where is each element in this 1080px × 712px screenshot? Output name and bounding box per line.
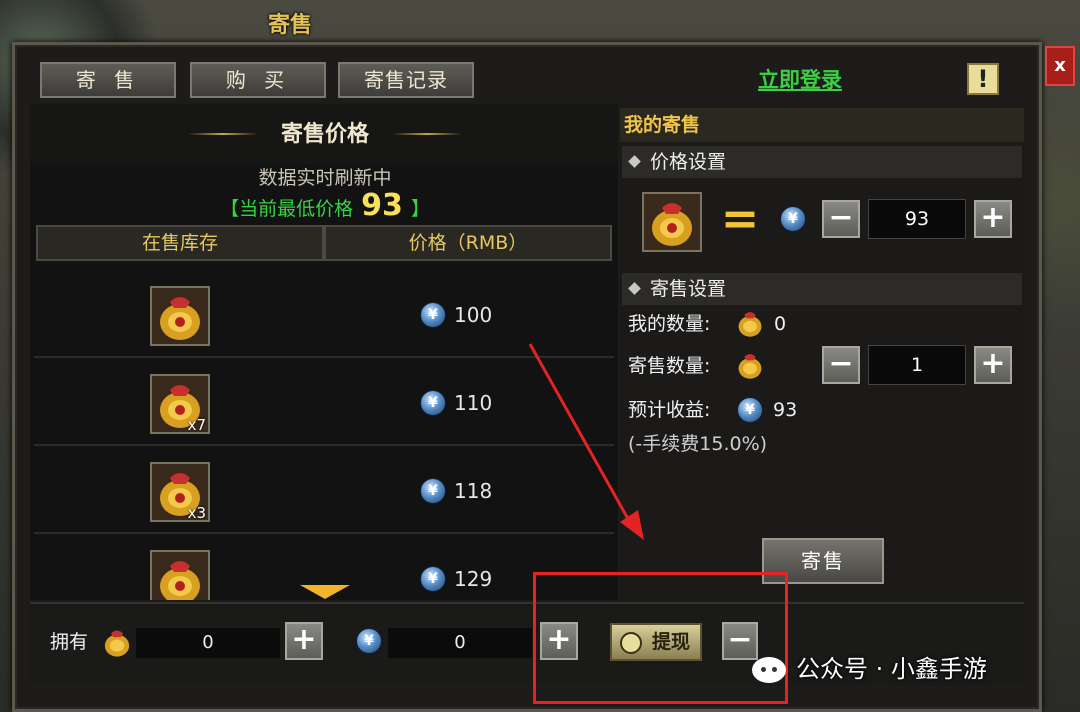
sell-qty-input[interactable]: 1 bbox=[868, 345, 966, 385]
lucky-bag-icon bbox=[734, 348, 766, 382]
item-add-button[interactable]: + bbox=[285, 622, 323, 660]
price-plus-button[interactable]: + bbox=[974, 200, 1012, 238]
column-header-price: 价格（RMB） bbox=[324, 225, 612, 261]
lowest-price-prefix: 【当前最低价格 bbox=[220, 198, 354, 220]
lucky-bag-icon bbox=[642, 192, 702, 252]
lowest-price: 【当前最低价格 93 】 bbox=[140, 190, 510, 222]
refresh-status: 数据实时刷新中 bbox=[258, 167, 392, 189]
watermark: 公众号 · 小鑫手游 bbox=[752, 646, 1072, 692]
item-balance-field: 0 bbox=[136, 628, 280, 658]
sale-setting-label: 寄售设置 bbox=[650, 278, 727, 300]
lucky-bag-icon bbox=[100, 624, 134, 660]
coin-balance-field: 0 bbox=[388, 628, 532, 658]
diamond-bullet-icon bbox=[628, 282, 641, 295]
watermark-text: 公众号 · 小鑫手游 bbox=[796, 655, 987, 683]
tab-consign-record[interactable]: 寄售记录 bbox=[338, 62, 474, 98]
column-header-stock: 在售库存 bbox=[36, 225, 324, 261]
lucky-bag-icon: x7 bbox=[150, 374, 210, 434]
item-price: 129 bbox=[454, 567, 493, 591]
scroll-down-arrow-icon[interactable] bbox=[300, 585, 350, 599]
lucky-bag-icon bbox=[150, 550, 210, 600]
annotation-arrow-icon bbox=[528, 343, 644, 540]
annotation-highlight-box bbox=[533, 572, 788, 704]
item-price: 110 bbox=[454, 391, 493, 415]
price-title: 寄售价格 bbox=[280, 122, 369, 147]
own-label: 拥有 bbox=[50, 631, 89, 653]
item-qty: x3 bbox=[187, 504, 206, 522]
item-price: 100 bbox=[454, 303, 493, 327]
income-value: 93 bbox=[773, 399, 798, 421]
price-input[interactable]: 93 bbox=[868, 199, 966, 239]
close-button[interactable]: x bbox=[1045, 46, 1075, 86]
lowest-price-value: 93 bbox=[361, 188, 403, 223]
sale-setting-header: 寄售设置 bbox=[622, 273, 1022, 305]
coin-icon: ¥ bbox=[420, 390, 446, 416]
coin-icon: ¥ bbox=[420, 478, 446, 504]
tab-consign[interactable]: 寄 售 bbox=[40, 62, 176, 98]
help-button[interactable]: ! bbox=[967, 63, 999, 95]
lucky-bag-icon bbox=[150, 286, 210, 346]
coin-icon: ¥ bbox=[737, 397, 763, 423]
price-setting-label: 价格设置 bbox=[650, 151, 727, 173]
window-title: 寄售 bbox=[267, 13, 312, 38]
coin-icon: ¥ bbox=[420, 566, 446, 592]
my-qty-label: 我的数量: bbox=[628, 313, 711, 335]
lowest-price-suffix: 】 bbox=[410, 198, 430, 220]
qty-minus-button[interactable]: − bbox=[822, 346, 860, 384]
login-link[interactable]: 立即登录 bbox=[690, 64, 910, 96]
qty-plus-button[interactable]: + bbox=[974, 346, 1012, 384]
coin-icon: ¥ bbox=[780, 206, 806, 232]
item-price: 118 bbox=[454, 479, 493, 503]
wechat-icon bbox=[752, 657, 786, 683]
coin-icon: ¥ bbox=[420, 302, 446, 328]
price-minus-button[interactable]: − bbox=[822, 200, 860, 238]
equals-sign: = bbox=[720, 191, 760, 245]
my-qty-value: 0 bbox=[774, 313, 787, 335]
tab-buy[interactable]: 购 买 bbox=[190, 62, 326, 98]
my-sale-title: 我的寄售 bbox=[620, 108, 1024, 142]
lucky-bag-icon: x3 bbox=[150, 462, 210, 522]
diamond-bullet-icon bbox=[628, 155, 641, 168]
price-setting-header: 价格设置 bbox=[622, 146, 1022, 178]
item-qty: x7 bbox=[187, 416, 206, 434]
lucky-bag-icon bbox=[734, 306, 766, 340]
coin-icon: ¥ bbox=[356, 628, 382, 654]
